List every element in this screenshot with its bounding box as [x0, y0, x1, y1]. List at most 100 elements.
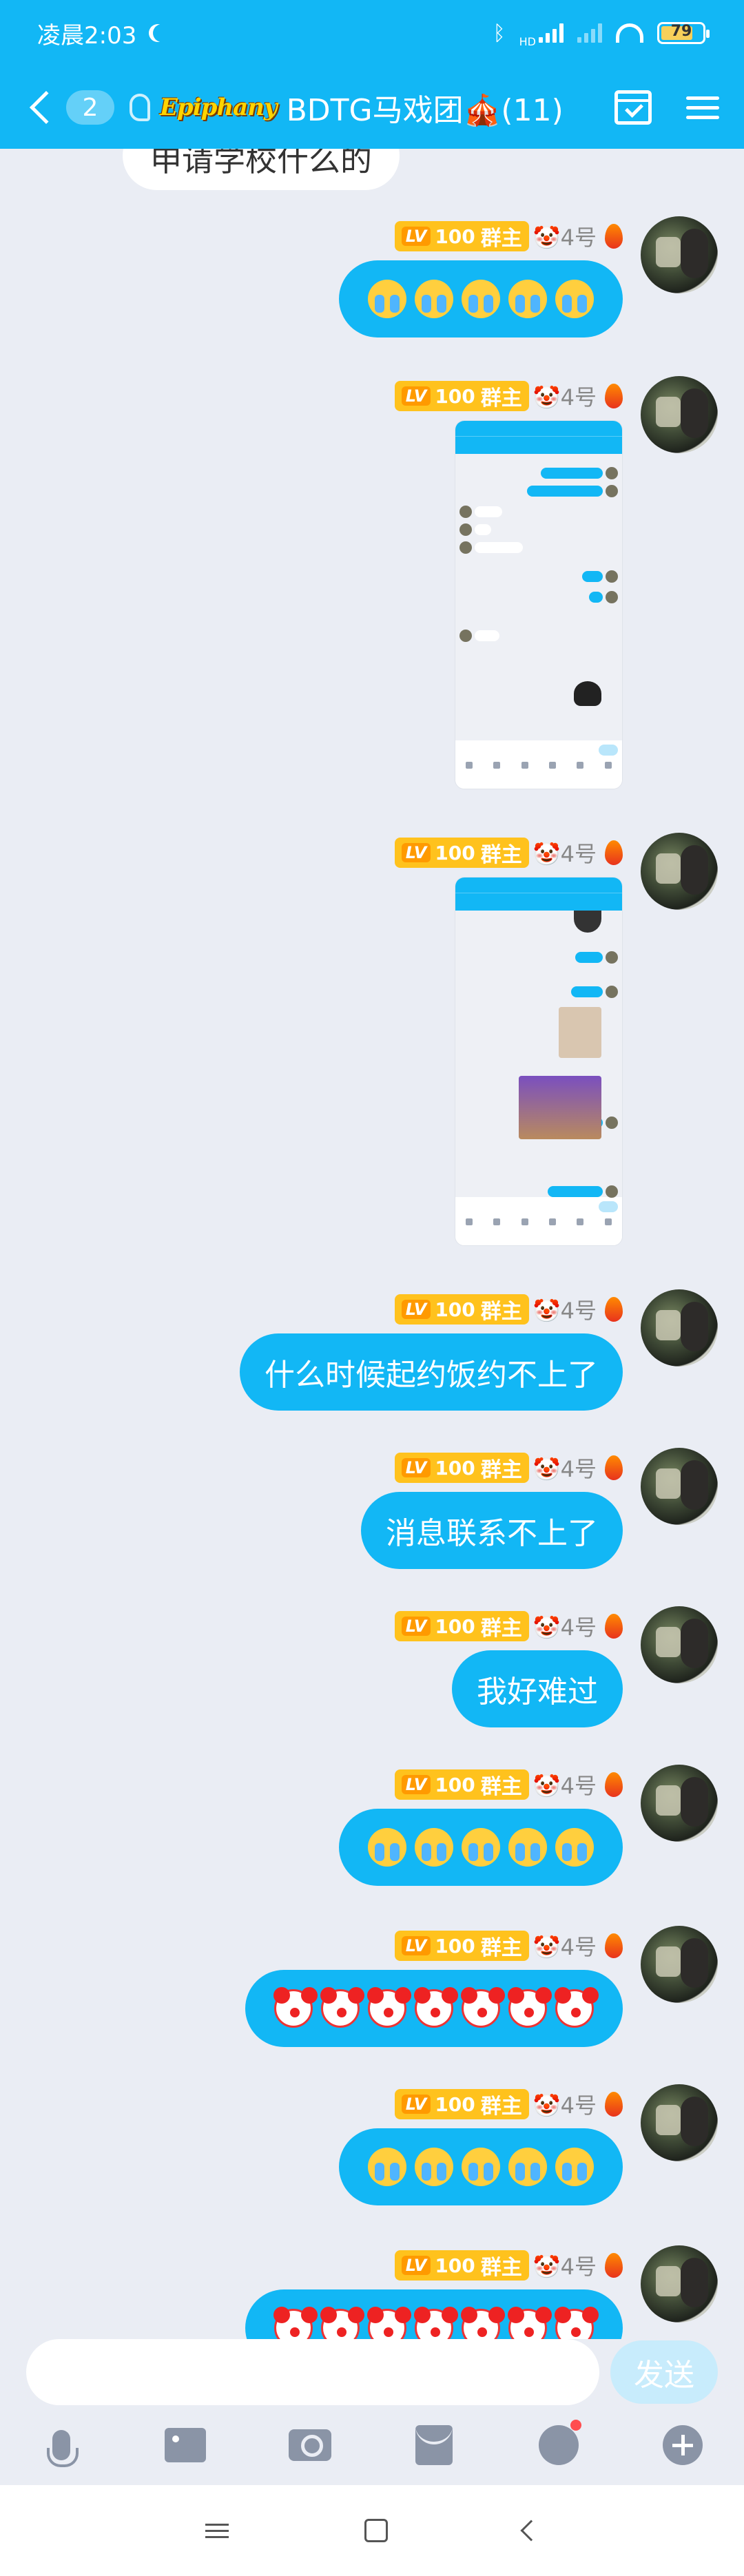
group-title[interactable]: Epiphany BDTG马戏团🎪(11) — [130, 85, 564, 129]
avatar[interactable] — [641, 833, 718, 910]
clown-face-emoji — [555, 1987, 594, 2028]
clown-face-emoji — [320, 2307, 360, 2339]
send-button[interactable]: 发送 — [610, 2340, 718, 2404]
message-row: LV 100 群主 🤡4号什么时候起约饭约不上了 — [0, 1289, 744, 1427]
outgoing-emoji-bubble[interactable] — [245, 2289, 623, 2339]
message-list[interactable]: 申请学校什么的 LV 100 群主 🤡4号 LV 100 群主 🤡4号 LV 100 群主 🤡4号 LV… — [0, 149, 744, 2339]
outgoing-emoji-bubble[interactable] — [339, 2128, 623, 2205]
clown-face-emoji — [414, 1987, 453, 2028]
level-badge: LV 100 群主 — [394, 1294, 529, 1325]
sender-meta: LV 100 群主 🤡4号 — [394, 380, 623, 412]
avatar[interactable] — [641, 2245, 718, 2323]
chevron-left-icon — [29, 90, 63, 125]
avatar[interactable] — [641, 216, 718, 293]
mic-icon[interactable] — [40, 2424, 83, 2467]
level-badge: LV 100 群主 — [394, 221, 529, 251]
sender-nickname[interactable]: 🤡4号 — [533, 1294, 597, 1325]
avatar[interactable] — [641, 2084, 718, 2161]
outgoing-message-bubble[interactable]: 消息联系不上了 — [361, 1492, 623, 1569]
back-nav-button[interactable] — [520, 2520, 542, 2542]
status-bar: 凌晨2:03 ᛒ HD 79 — [0, 0, 744, 66]
level-label: 100 — [435, 1773, 475, 1796]
role-label: 群主 — [480, 1936, 522, 1960]
fire-icon — [605, 1614, 623, 1639]
crying-face-emoji — [555, 280, 594, 318]
image-icon[interactable] — [164, 2424, 207, 2466]
crying-face-emoji — [415, 280, 453, 318]
brand-logo: Epiphany — [160, 94, 278, 121]
menu-icon[interactable] — [686, 96, 719, 119]
message-row: LV 100 群主 🤡4号我好难过 — [0, 1606, 744, 1744]
role-label: 群主 — [480, 1617, 522, 1641]
sender-nickname[interactable]: 🤡4号 — [533, 2088, 597, 2120]
outgoing-message-bubble[interactable]: 我好难过 — [452, 1650, 623, 1727]
message-input[interactable] — [26, 2339, 599, 2405]
image-message[interactable] — [455, 420, 623, 789]
outgoing-emoji-bubble[interactable] — [339, 260, 623, 337]
outgoing-emoji-bubble[interactable] — [245, 1970, 623, 2047]
avatar[interactable] — [641, 1606, 718, 1683]
image-message[interactable] — [455, 877, 623, 1246]
chat-header: 2 Epiphany BDTG马戏团🎪(11) — [0, 66, 744, 149]
crying-face-emoji — [462, 2148, 500, 2186]
sender-meta: LV 100 群主 🤡4号 — [394, 1294, 623, 1325]
crying-face-emoji — [508, 1828, 547, 1867]
red-packet-icon[interactable] — [413, 2424, 455, 2466]
calendar-check-icon[interactable] — [614, 90, 652, 125]
fire-icon — [605, 1455, 623, 1480]
fire-icon — [605, 840, 623, 865]
avatar[interactable] — [641, 1448, 718, 1525]
level-label: 100 — [435, 2254, 475, 2277]
message-row: LV 100 群主 🤡4号 — [0, 2084, 744, 2222]
level-badge: LV 100 群主 — [394, 2250, 529, 2281]
level-label: 100 — [435, 1614, 475, 1638]
avatar[interactable] — [641, 1765, 718, 1842]
recent-apps-button[interactable] — [205, 2523, 229, 2538]
fire-icon — [605, 1297, 623, 1322]
signal-icon — [539, 23, 564, 43]
sender-meta: LV 100 群主 🤡4号 — [394, 1769, 623, 1800]
clock: 凌晨2:03 — [37, 21, 137, 50]
sender-nickname[interactable]: 🤡4号 — [533, 220, 597, 252]
sender-nickname[interactable]: 🤡4号 — [533, 380, 597, 412]
avatar[interactable] — [641, 1926, 718, 2003]
crying-face-emoji — [508, 2148, 547, 2186]
level-label: 100 — [435, 225, 475, 248]
avatar[interactable] — [641, 376, 718, 453]
back-button[interactable]: 2 — [28, 90, 114, 125]
clown-face-emoji — [461, 1987, 500, 2028]
level-badge: LV 100 群主 — [394, 2089, 529, 2119]
crying-face-emoji — [508, 280, 547, 318]
level-badge: LV 100 群主 — [394, 1931, 529, 1961]
clown-face-emoji — [367, 1987, 406, 2028]
sender-nickname[interactable]: 🤡4号 — [533, 1452, 597, 1484]
sender-nickname[interactable]: 🤡4号 — [533, 837, 597, 869]
sender-nickname[interactable]: 🤡4号 — [533, 1930, 597, 1962]
sender-nickname[interactable]: 🤡4号 — [533, 2250, 597, 2281]
role-label: 群主 — [480, 2256, 522, 2280]
sender-meta: LV 100 群主 🤡4号 — [394, 1452, 623, 1484]
level-label: 100 — [435, 384, 475, 408]
role-label: 群主 — [480, 386, 522, 411]
outgoing-emoji-bubble[interactable] — [339, 1809, 623, 1886]
outgoing-message-bubble[interactable]: 什么时候起约饭约不上了 — [240, 1333, 623, 1411]
home-button[interactable] — [364, 2519, 388, 2542]
sender-nickname[interactable]: 🤡4号 — [533, 1769, 597, 1800]
moon-icon — [153, 24, 171, 42]
sender-nickname[interactable]: 🤡4号 — [533, 1610, 597, 1642]
avatar[interactable] — [641, 1289, 718, 1367]
clown-face-emoji — [320, 1987, 360, 2028]
level-label: 100 — [435, 841, 475, 864]
crying-face-emoji — [462, 280, 500, 318]
camera-icon[interactable] — [288, 2424, 331, 2466]
level-badge: LV 100 群主 — [394, 1611, 529, 1641]
message-row: LV 100 群主 🤡4号 — [0, 1926, 744, 2064]
emoji-icon[interactable] — [537, 2420, 581, 2466]
plus-icon[interactable] — [661, 2424, 704, 2466]
sender-meta: LV 100 群主 🤡4号 — [394, 220, 623, 252]
incoming-message-bubble[interactable]: 申请学校什么的 — [123, 149, 400, 190]
clown-face-emoji — [508, 2307, 547, 2339]
crying-face-emoji — [555, 1828, 594, 1867]
clown-face-emoji — [414, 2307, 453, 2339]
crying-face-emoji — [368, 280, 406, 318]
